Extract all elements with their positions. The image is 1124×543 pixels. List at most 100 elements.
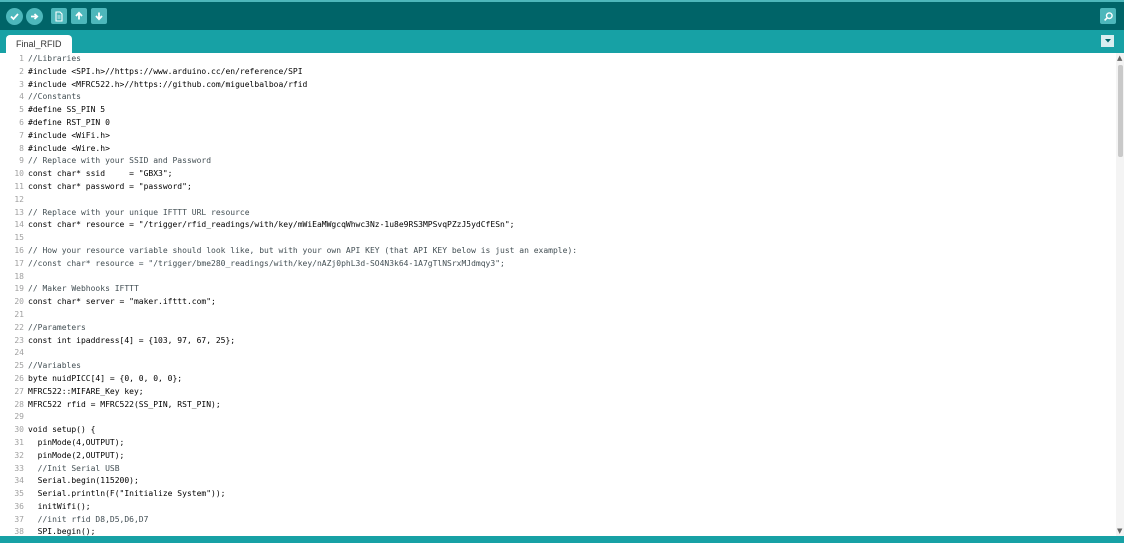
code-line[interactable]: 8 #include <Wire.h> [0,143,1116,156]
chevron-down-icon [1104,39,1111,43]
verify-button[interactable] [6,8,23,25]
code-line[interactable]: 21 [0,309,1116,322]
code-line[interactable]: 1 //Libraries [0,53,1116,66]
code-text: Serial.println(F("Initialize System")); [28,489,226,499]
code-line[interactable]: 22 //Parameters [0,322,1116,335]
line-number: 29 [14,412,24,422]
line-number: 22 [14,322,24,332]
line-number: 24 [14,348,24,358]
code-editor[interactable]: 1 //Libraries 2 #include <SPI.h>//https://w… [0,53,1116,536]
code-line[interactable]: 12 [0,194,1116,207]
code-text: //Init Serial USB [28,463,120,473]
code-line[interactable]: 24 [0,347,1116,360]
code-line[interactable]: 2 #include <SPI.h>//https://www.arduino.c… [0,66,1116,79]
line-number: 14 [14,220,24,230]
line-number: 18 [14,271,24,281]
code-line[interactable]: 6 #define RST_PIN 0 [0,117,1116,130]
code-line[interactable]: 17 //const char* resource = "/trigger/bme… [0,258,1116,271]
checkmark-icon [10,13,19,21]
toolbar-accent-line [0,0,1124,2]
line-number: 6 [19,117,24,127]
code-line[interactable]: 3 #include <MFRC522.h>//https://github.co… [0,79,1116,92]
code-text: const char* password = "password"; [28,181,192,191]
code-line[interactable]: 10 const char* ssid = "GBX3"; [0,168,1116,181]
line-number: 30 [14,425,24,435]
code-line[interactable]: 36 initWifi(); [0,501,1116,514]
vertical-scrollbar[interactable]: ▲ ▼ [1116,53,1124,536]
code-text: #include <SPI.h>//https://www.arduino.cc… [28,66,303,76]
code-line[interactable]: 13 // Replace with your unique IFTTT URL … [0,207,1116,220]
serial-monitor-button[interactable] [1100,8,1116,24]
code-text: const char* resource = "/trigger/rfid_re… [28,220,515,230]
line-number: 34 [14,476,24,486]
open-button[interactable] [71,8,87,24]
code-line[interactable]: 29 [0,411,1116,424]
code-line[interactable]: 11 const char* password = "password"; [0,181,1116,194]
line-number: 17 [14,258,24,268]
code-text: #include <MFRC522.h>//https://github.com… [28,79,308,89]
code-line[interactable]: 16 // How your resource variable should l… [0,245,1116,258]
code-line[interactable]: 7 #include <WiFi.h> [0,130,1116,143]
scroll-up-arrow-icon[interactable]: ▲ [1117,54,1122,62]
line-number: 11 [14,181,24,191]
code-text: //init rfid D8,D5,D6,D7 [28,514,149,524]
code-line[interactable]: 30 void setup() { [0,424,1116,437]
scrollbar-thumb[interactable] [1118,65,1123,157]
code-text: Serial.begin(115200); [28,476,139,486]
code-line[interactable]: 38 SPI.begin(); [0,526,1116,536]
new-button[interactable] [51,8,67,24]
code-text: #include <Wire.h> [28,143,110,153]
code-line[interactable]: 34 Serial.begin(115200); [0,475,1116,488]
code-line[interactable]: 33 //Init Serial USB [0,463,1116,476]
code-line[interactable]: 35 Serial.println(F("Initialize System")… [0,488,1116,501]
code-line[interactable]: 37 //init rfid D8,D5,D6,D7 [0,514,1116,527]
line-number: 16 [14,245,24,255]
code-line[interactable]: 32 pinMode(2,OUTPUT); [0,450,1116,463]
line-number: 15 [14,233,24,243]
code-text: pinMode(2,OUTPUT); [28,450,125,460]
line-number: 25 [14,361,24,371]
code-line[interactable]: 20 const char* server = "maker.ifttt.com"… [0,296,1116,309]
line-number: 12 [14,194,24,204]
line-number: 23 [14,335,24,345]
code-line[interactable]: 31 pinMode(4,OUTPUT); [0,437,1116,450]
arrow-down-icon [95,12,103,21]
line-number: 33 [14,463,24,473]
code-line[interactable]: 14 const char* resource = "/trigger/rfid_… [0,219,1116,232]
code-line[interactable]: 26 byte nuidPICC[4] = {0, 0, 0, 0}; [0,373,1116,386]
code-line[interactable]: 27 MFRC522::MIFARE_Key key; [0,386,1116,399]
code-text: SPI.begin(); [28,527,96,536]
code-text: // How your resource variable should loo… [28,245,578,255]
upload-button[interactable] [26,8,43,25]
code-line[interactable]: 28 MFRC522 rfid = MFRC522(SS_PIN, RST_PIN… [0,399,1116,412]
code-text: // Replace with your SSID and Password [28,156,212,166]
code-line[interactable]: 4 //Constants [0,91,1116,104]
line-number: 5 [19,105,24,115]
code-text: #define SS_PIN 5 [28,105,106,115]
line-number: 10 [14,169,24,179]
code-line[interactable]: 15 [0,232,1116,245]
status-bar [0,536,1124,543]
code-text: #include <WiFi.h> [28,130,110,140]
line-number: 2 [19,66,24,76]
code-line[interactable]: 23 const int ipaddress[4] = {103, 97, 67,… [0,335,1116,348]
line-number: 21 [14,309,24,319]
tab-final-rfid[interactable]: Final_RFID [6,35,72,53]
line-number: 20 [14,297,24,307]
code-line[interactable]: 25 //Variables [0,360,1116,373]
code-line[interactable]: 19 // Maker Webhooks IFTTT [0,283,1116,296]
line-number: 38 [14,527,24,536]
tab-menu-button[interactable] [1101,35,1114,47]
code-line[interactable]: 5 #define SS_PIN 5 [0,104,1116,117]
code-text: // Maker Webhooks IFTTT [28,284,139,294]
line-number: 28 [14,399,24,409]
save-button[interactable] [91,8,107,24]
scroll-down-arrow-icon[interactable]: ▼ [1117,527,1122,535]
line-number: 19 [14,284,24,294]
code-line[interactable]: 18 [0,271,1116,284]
line-number: 27 [14,386,24,396]
code-text: byte nuidPICC[4] = {0, 0, 0, 0}; [28,373,183,383]
code-line[interactable]: 9 // Replace with your SSID and Password [0,155,1116,168]
code-text: const char* ssid = "GBX3"; [28,169,173,179]
line-number: 35 [14,489,24,499]
